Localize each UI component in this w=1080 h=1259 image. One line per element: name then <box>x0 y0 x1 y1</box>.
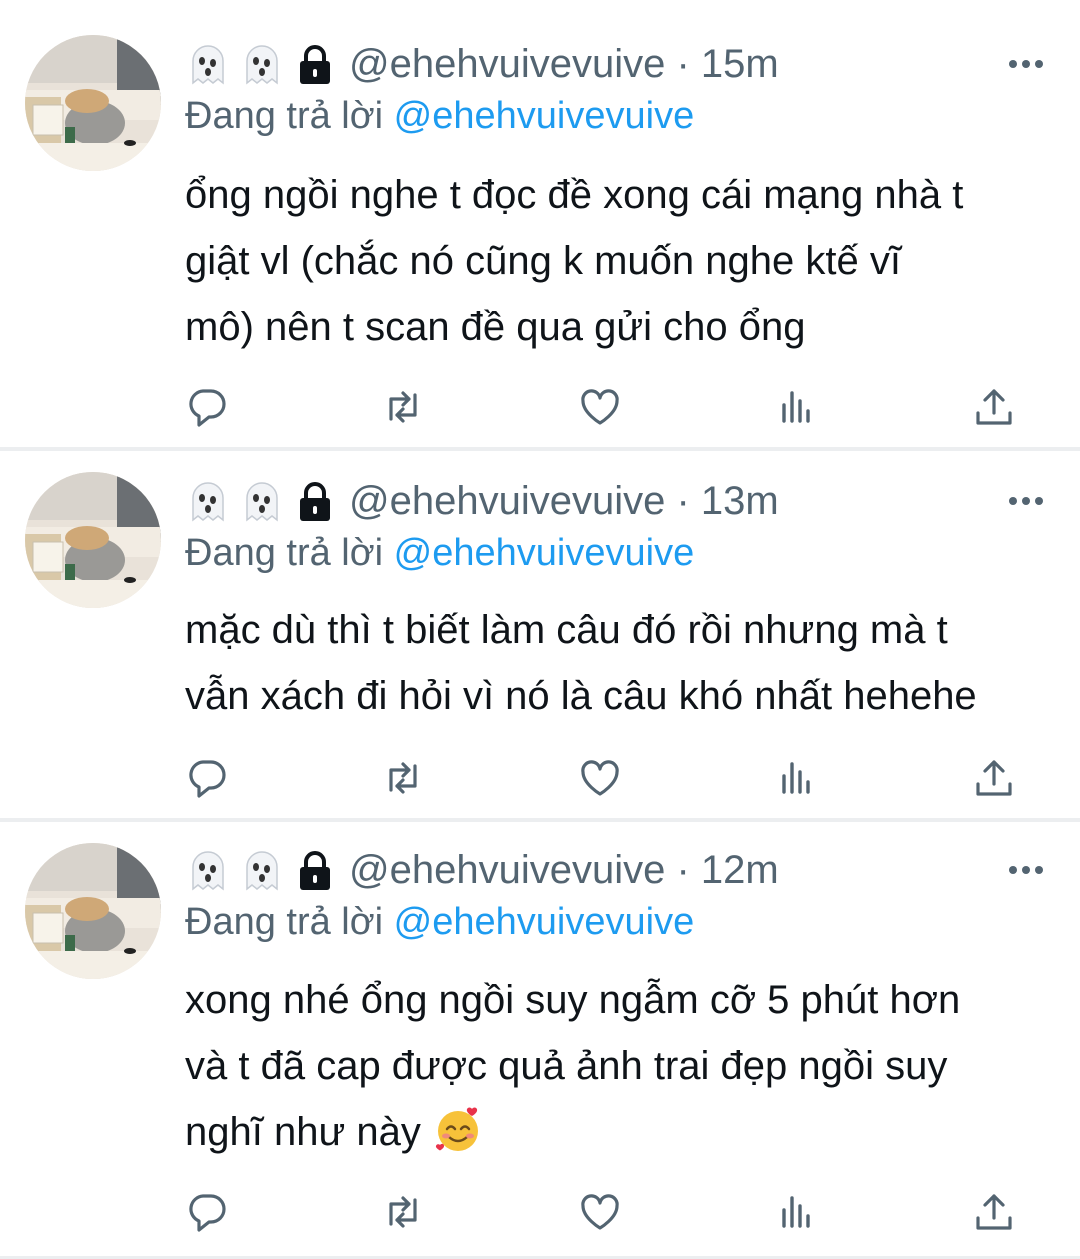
more-dots-icon[interactable] <box>1007 489 1045 513</box>
tweet-actions <box>185 1190 1025 1234</box>
replying-to: Đang trả lời @ehehvuivevuive <box>185 532 694 575</box>
reply-icon[interactable] <box>185 1190 229 1234</box>
replying-to-label: Đang trả lời <box>185 95 394 137</box>
ghost-icon <box>239 847 285 893</box>
share-icon[interactable] <box>972 385 1016 429</box>
replying-to: Đang trả lời @ehehvuivevuive <box>185 95 694 138</box>
replying-to-label: Đang trả lời <box>185 532 394 574</box>
tweet-text-body: xong nhé ổng ngồi suy ngẫm cỡ 5 phút hơn… <box>185 978 961 1154</box>
ghost-icon <box>185 41 231 87</box>
tweet-text: xong nhé ổng ngồi suy ngẫm cỡ 5 phút hơn… <box>185 967 1055 1165</box>
lock-icon <box>295 479 335 523</box>
ghost-icon <box>239 41 285 87</box>
avatar[interactable] <box>25 472 161 608</box>
share-icon[interactable] <box>972 1190 1016 1234</box>
tweet-header: @ehehvuivevuive · 12m <box>185 846 779 894</box>
lock-icon <box>295 42 335 86</box>
tweet-header: @ehehvuivevuive · 15m <box>185 40 779 88</box>
mention-link[interactable]: @ehehvuivevuive <box>394 901 695 943</box>
reply-icon[interactable] <box>185 385 229 429</box>
tweet[interactable]: @ehehvuivevuive · 15m Đang trả lời @eheh… <box>0 0 1080 451</box>
ghost-icon <box>185 847 231 893</box>
user-handle[interactable]: @ehehvuivevuive <box>349 479 665 524</box>
avatar[interactable] <box>25 35 161 171</box>
mention-link[interactable]: @ehehvuivevuive <box>394 532 695 574</box>
tweet-text: mặc dù thì t biết làm câu đó rồi nhưng m… <box>185 608 977 718</box>
views-icon[interactable] <box>775 1190 819 1234</box>
tweet[interactable]: @ehehvuivevuive · 12m Đang trả lời @eheh… <box>0 822 1080 1259</box>
tweet-text: ổng ngồi nghe t đọc đề xong cái mạng nhà… <box>185 173 964 349</box>
retweet-icon[interactable] <box>381 756 425 800</box>
user-handle[interactable]: @ehehvuivevuive <box>349 848 665 893</box>
tweet-time[interactable]: · 13m <box>676 479 778 524</box>
like-icon[interactable] <box>578 1190 622 1234</box>
views-icon[interactable] <box>775 385 819 429</box>
like-icon[interactable] <box>578 385 622 429</box>
tweet-actions <box>185 756 1025 800</box>
mention-link[interactable]: @ehehvuivevuive <box>394 95 695 137</box>
reply-icon[interactable] <box>185 756 229 800</box>
tweet-time[interactable]: · 12m <box>676 848 778 893</box>
like-icon[interactable] <box>578 756 622 800</box>
smiling-face-with-hearts-icon <box>432 1103 484 1155</box>
tweet-time[interactable]: · 15m <box>676 42 778 87</box>
retweet-icon[interactable] <box>381 1190 425 1234</box>
replying-to-label: Đang trả lời <box>185 901 394 943</box>
share-icon[interactable] <box>972 756 1016 800</box>
user-handle[interactable]: @ehehvuivevuive <box>349 42 665 87</box>
lock-icon <box>295 848 335 892</box>
avatar[interactable] <box>25 843 161 979</box>
views-icon[interactable] <box>775 756 819 800</box>
tweet-header: @ehehvuivevuive · 13m <box>185 477 779 525</box>
more-dots-icon[interactable] <box>1007 52 1045 76</box>
retweet-icon[interactable] <box>381 385 425 429</box>
tweet[interactable]: @ehehvuivevuive · 13m Đang trả lời @eheh… <box>0 451 1080 822</box>
replying-to: Đang trả lời @ehehvuivevuive <box>185 901 694 944</box>
ghost-icon <box>239 478 285 524</box>
more-dots-icon[interactable] <box>1007 858 1045 882</box>
tweet-actions <box>185 385 1025 429</box>
ghost-icon <box>185 478 231 524</box>
